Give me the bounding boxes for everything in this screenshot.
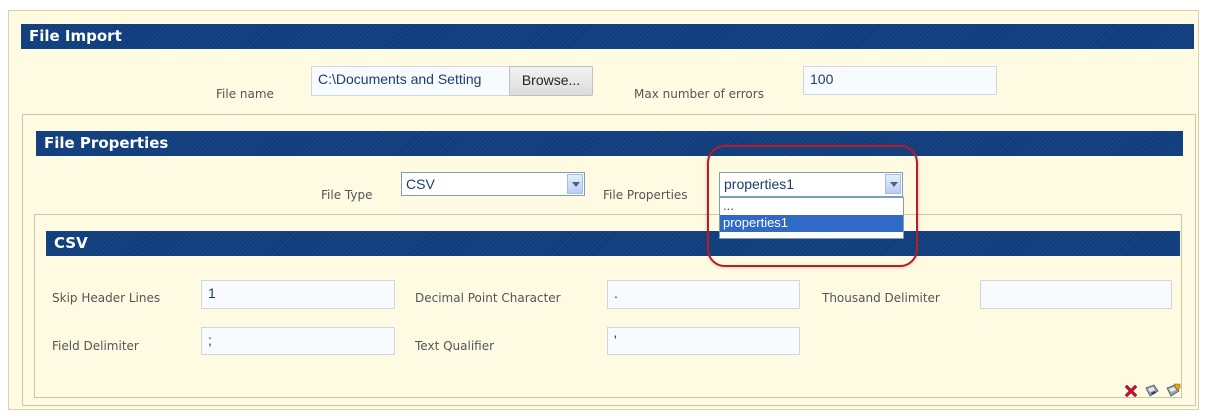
max-errors-label: Max number of errors — [634, 87, 764, 101]
file-import-title: File Import — [29, 27, 122, 45]
file-properties-title: File Properties — [44, 134, 169, 152]
save-icon[interactable] — [1144, 383, 1160, 399]
max-errors-input[interactable]: 100 — [803, 66, 997, 95]
file-name-input[interactable]: C:\Documents and Setting — [311, 66, 511, 96]
decimal-point-label: Decimal Point Character — [415, 291, 561, 305]
file-import-header: File Import — [21, 24, 1194, 49]
thousand-delimiter-label: Thousand Delimiter — [822, 291, 940, 305]
file-type-select[interactable]: CSV — [401, 172, 585, 196]
csv-header: CSV — [46, 231, 1180, 256]
file-properties-label: File Properties — [603, 188, 688, 202]
field-delimiter-label: Field Delimiter — [52, 339, 139, 353]
file-type-value: CSV — [406, 176, 435, 192]
thousand-delimiter-input[interactable] — [980, 280, 1172, 309]
field-delimiter-input[interactable]: ; — [201, 327, 395, 355]
text-qualifier-label: Text Qualifier — [415, 339, 495, 353]
decimal-point-input[interactable]: . — [607, 280, 800, 309]
skip-header-lines-label: Skip Header Lines — [52, 291, 161, 305]
browse-button[interactable]: Browse... — [509, 66, 593, 96]
file-type-label: File Type — [321, 188, 373, 202]
close-icon[interactable] — [1123, 383, 1139, 399]
csv-title: CSV — [54, 234, 88, 252]
chevron-down-icon[interactable] — [567, 174, 583, 194]
skip-header-lines-input[interactable]: 1 — [201, 280, 395, 309]
file-properties-header: File Properties — [36, 131, 1183, 156]
file-name-label: File name — [216, 87, 274, 101]
text-qualifier-input[interactable]: ' — [607, 327, 800, 355]
save-as-icon[interactable] — [1165, 383, 1181, 399]
highlight-annotation — [707, 145, 918, 267]
